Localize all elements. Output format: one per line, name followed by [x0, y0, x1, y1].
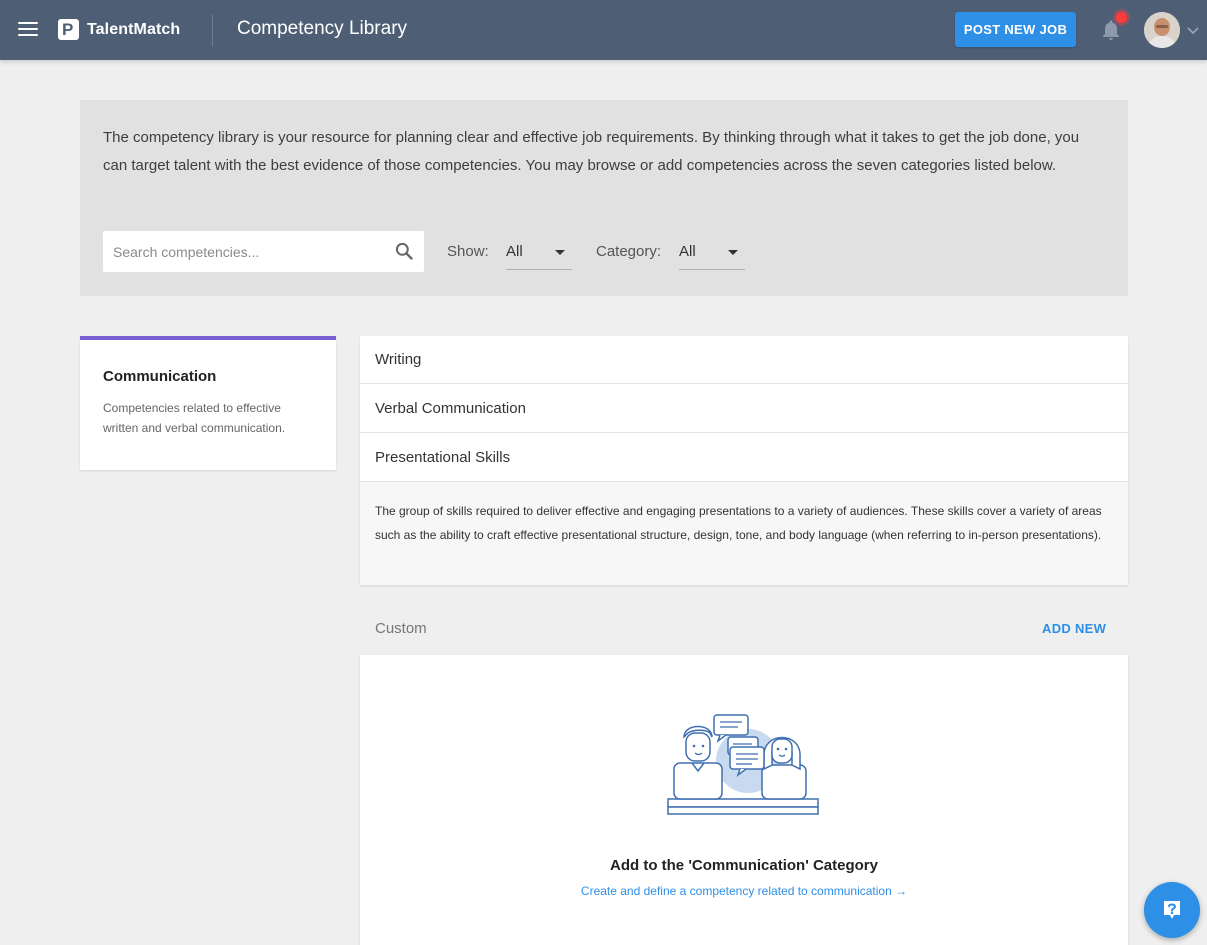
brand-logo[interactable]: TalentMatch	[58, 19, 180, 40]
people-conversation-illustration	[667, 714, 819, 815]
help-question-icon	[1164, 901, 1180, 919]
list-item-verbal-communication[interactable]: Verbal Communication	[360, 384, 1128, 433]
category-select-value: All	[679, 243, 696, 260]
intro-panel: The competency library is your resource …	[80, 100, 1128, 296]
avatar-photo	[1144, 12, 1180, 48]
category-description: Competencies related to effective writte…	[103, 401, 286, 435]
chevron-down-icon[interactable]	[1186, 25, 1200, 35]
create-competency-link[interactable]: Create and define a competency related t…	[360, 884, 1128, 898]
caret-down-icon	[555, 250, 565, 255]
post-new-job-button[interactable]: POST NEW JOB	[955, 12, 1076, 47]
search-input[interactable]	[113, 243, 383, 260]
competency-detail: The group of skills required to deliver …	[360, 482, 1128, 585]
category-card-communication[interactable]: Communication Competencies related to ef…	[80, 336, 336, 470]
caret-down-icon	[728, 250, 738, 255]
show-select-value: All	[506, 243, 523, 260]
show-filter-label: Show:	[447, 243, 489, 260]
logo-mark-icon	[58, 19, 79, 40]
hamburger-menu-icon[interactable]	[18, 22, 38, 38]
custom-empty-state: Add to the 'Communication' Category Crea…	[360, 655, 1128, 945]
empty-state-title: Add to the 'Communication' Category	[610, 857, 878, 874]
list-item-writing[interactable]: Writing	[360, 336, 1128, 384]
page-title: Competency Library	[237, 18, 408, 39]
category-title: Communication	[103, 368, 217, 385]
top-bar: TalentMatch Competency Library POST NEW …	[0, 0, 1207, 60]
avatar[interactable]	[1144, 12, 1180, 48]
custom-section-label: Custom	[375, 620, 427, 637]
brand-name: TalentMatch	[87, 20, 181, 38]
help-button[interactable]	[1144, 882, 1200, 938]
competency-list: Writing Verbal Communication Presentatio…	[360, 336, 1128, 585]
search-box	[103, 231, 424, 272]
search-icon[interactable]	[394, 241, 414, 261]
category-filter-label: Category:	[596, 243, 662, 260]
show-select[interactable]: All	[506, 234, 572, 270]
category-select[interactable]: All	[679, 234, 745, 270]
header-divider	[212, 14, 213, 46]
notification-badge	[1116, 12, 1127, 23]
add-new-button[interactable]: ADD NEW	[1042, 621, 1106, 636]
intro-text: The competency library is your resource …	[103, 129, 1080, 174]
list-item-presentational-skills[interactable]: Presentational Skills	[360, 433, 1128, 482]
